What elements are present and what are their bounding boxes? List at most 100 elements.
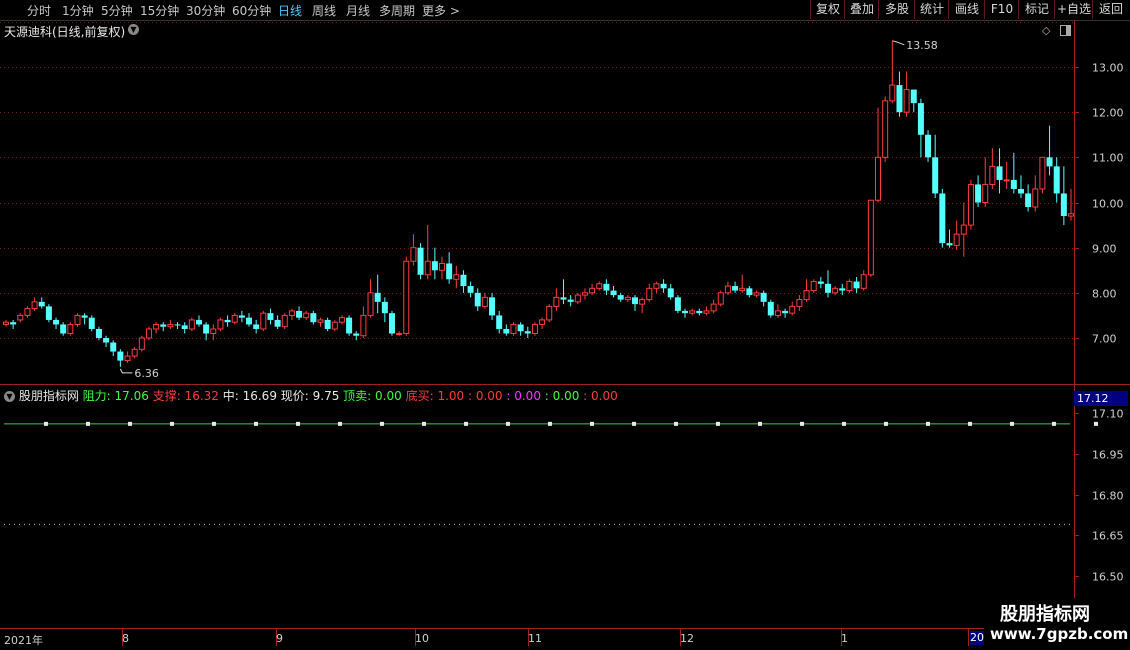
candle-body-down bbox=[732, 286, 739, 291]
candle-body-up bbox=[860, 274, 867, 289]
candle-body-down bbox=[474, 292, 481, 307]
candle-body-down bbox=[103, 338, 110, 343]
candle-body-down bbox=[696, 310, 703, 314]
candle-body-down bbox=[853, 281, 860, 289]
candle-body-up bbox=[403, 260, 410, 334]
candle-body-up bbox=[596, 283, 603, 289]
price-axis-label: 11.00 bbox=[1092, 152, 1124, 165]
chart-canvas[interactable]: 13.0012.0011.0010.009.008.007.00 17.1016… bbox=[0, 0, 1130, 650]
candle-body-down bbox=[975, 184, 982, 203]
candle-body-down bbox=[353, 333, 360, 336]
candle-body-up bbox=[260, 312, 267, 330]
candle-body-up bbox=[231, 314, 238, 323]
resistance-marker bbox=[1052, 421, 1056, 426]
min-pointer bbox=[119, 368, 133, 374]
chevron-down-icon[interactable]: ▼ bbox=[4, 391, 15, 402]
candle-body-down bbox=[117, 351, 124, 361]
candle-body-down bbox=[667, 288, 674, 298]
candle-body-down bbox=[824, 283, 831, 293]
candle-body-down bbox=[296, 310, 303, 318]
candle-body-up bbox=[67, 323, 74, 334]
candle-body-down bbox=[939, 193, 946, 244]
candle-body-down bbox=[925, 134, 932, 158]
candle-body-up bbox=[796, 299, 803, 307]
resistance-marker bbox=[716, 421, 720, 426]
candle-body-up bbox=[653, 283, 660, 289]
resistance-marker bbox=[926, 421, 930, 426]
indicator-axis-label: 16.95 bbox=[1092, 449, 1124, 462]
candle-body-up bbox=[210, 328, 217, 334]
candle-body-down bbox=[517, 324, 524, 332]
candle-body-up bbox=[1068, 213, 1074, 217]
candle-body-down bbox=[567, 299, 574, 302]
candle-body-up bbox=[410, 247, 417, 262]
candle-body-up bbox=[989, 165, 996, 185]
resistance-marker bbox=[758, 421, 762, 426]
candle-body-down bbox=[760, 292, 767, 302]
candle-body-down bbox=[381, 301, 388, 314]
resistance-marker bbox=[674, 421, 678, 426]
candle-body-up bbox=[724, 285, 731, 294]
resistance-marker bbox=[1010, 421, 1014, 426]
candle-body-down bbox=[195, 319, 202, 325]
indicator-value: : 0.00 bbox=[464, 389, 503, 403]
candle-body-up bbox=[960, 224, 967, 235]
candle-body-up bbox=[875, 156, 882, 201]
candle-body-up bbox=[74, 314, 81, 325]
candle-body-down bbox=[10, 322, 17, 325]
indicator-value: : 0.00 bbox=[502, 389, 541, 403]
candle-body-up bbox=[167, 323, 174, 328]
candle-body-up bbox=[367, 292, 374, 316]
candle-body-up bbox=[624, 296, 631, 301]
candle-body-up bbox=[739, 287, 746, 292]
candle-body-up bbox=[1003, 179, 1010, 182]
current-value-box: 17.12 bbox=[1074, 391, 1128, 406]
candle-body-up bbox=[153, 323, 160, 330]
candle-body-up bbox=[589, 287, 596, 294]
candle-body-down bbox=[267, 313, 274, 320]
candle-body-down bbox=[431, 261, 438, 271]
candle-body-down bbox=[460, 274, 467, 287]
candle-body-up bbox=[581, 292, 588, 296]
candle-body-up bbox=[17, 314, 24, 321]
candle-body-up bbox=[982, 183, 989, 203]
indicator-header: ▼ 股朋指标网 阻力: 17.06 支撑: 16.32 中: 16.69 现价:… bbox=[4, 387, 618, 404]
resistance-marker bbox=[884, 421, 888, 426]
candle-body-up bbox=[967, 183, 974, 226]
candle-body-up bbox=[317, 319, 324, 323]
candle-body-down bbox=[839, 288, 846, 291]
candle-body-up bbox=[288, 310, 295, 316]
candle-body-down bbox=[274, 319, 281, 327]
indicator-name: 股朋指标网 bbox=[18, 389, 79, 403]
candle-body-up bbox=[903, 89, 910, 113]
candle-body-up bbox=[546, 305, 553, 321]
indicator-axis-label: 16.50 bbox=[1092, 571, 1124, 584]
candle-body-up bbox=[360, 314, 367, 337]
resistance-marker bbox=[296, 421, 300, 426]
candle-body-up bbox=[396, 332, 403, 335]
candle-body-down bbox=[660, 283, 667, 289]
price-axis-label: 13.00 bbox=[1092, 62, 1124, 75]
candle-body-down bbox=[910, 89, 917, 104]
candle-body-down bbox=[88, 317, 95, 329]
candle-body-up bbox=[331, 321, 338, 330]
candle-body-up bbox=[553, 296, 560, 307]
resistance-marker bbox=[590, 421, 594, 426]
candle-body-down bbox=[417, 247, 424, 275]
candle-body-down bbox=[446, 263, 453, 280]
candle-body-up bbox=[131, 348, 138, 357]
candle-body-down bbox=[524, 331, 531, 334]
candle-body-up bbox=[188, 319, 195, 330]
candle-body-down bbox=[53, 319, 60, 325]
candle-body-up bbox=[539, 319, 546, 325]
candle-body-up bbox=[717, 292, 724, 305]
candle-body-down bbox=[467, 286, 474, 293]
candle-body-down bbox=[374, 292, 381, 302]
candle-body-down bbox=[946, 243, 953, 246]
date-label-oct: 10 bbox=[415, 632, 429, 645]
resistance-marker bbox=[464, 421, 468, 426]
indicator-axis-label: 17.10 bbox=[1092, 408, 1124, 421]
candle-body-up bbox=[24, 308, 31, 316]
candle-body-down bbox=[996, 166, 1003, 180]
candle-body-down bbox=[224, 319, 231, 323]
